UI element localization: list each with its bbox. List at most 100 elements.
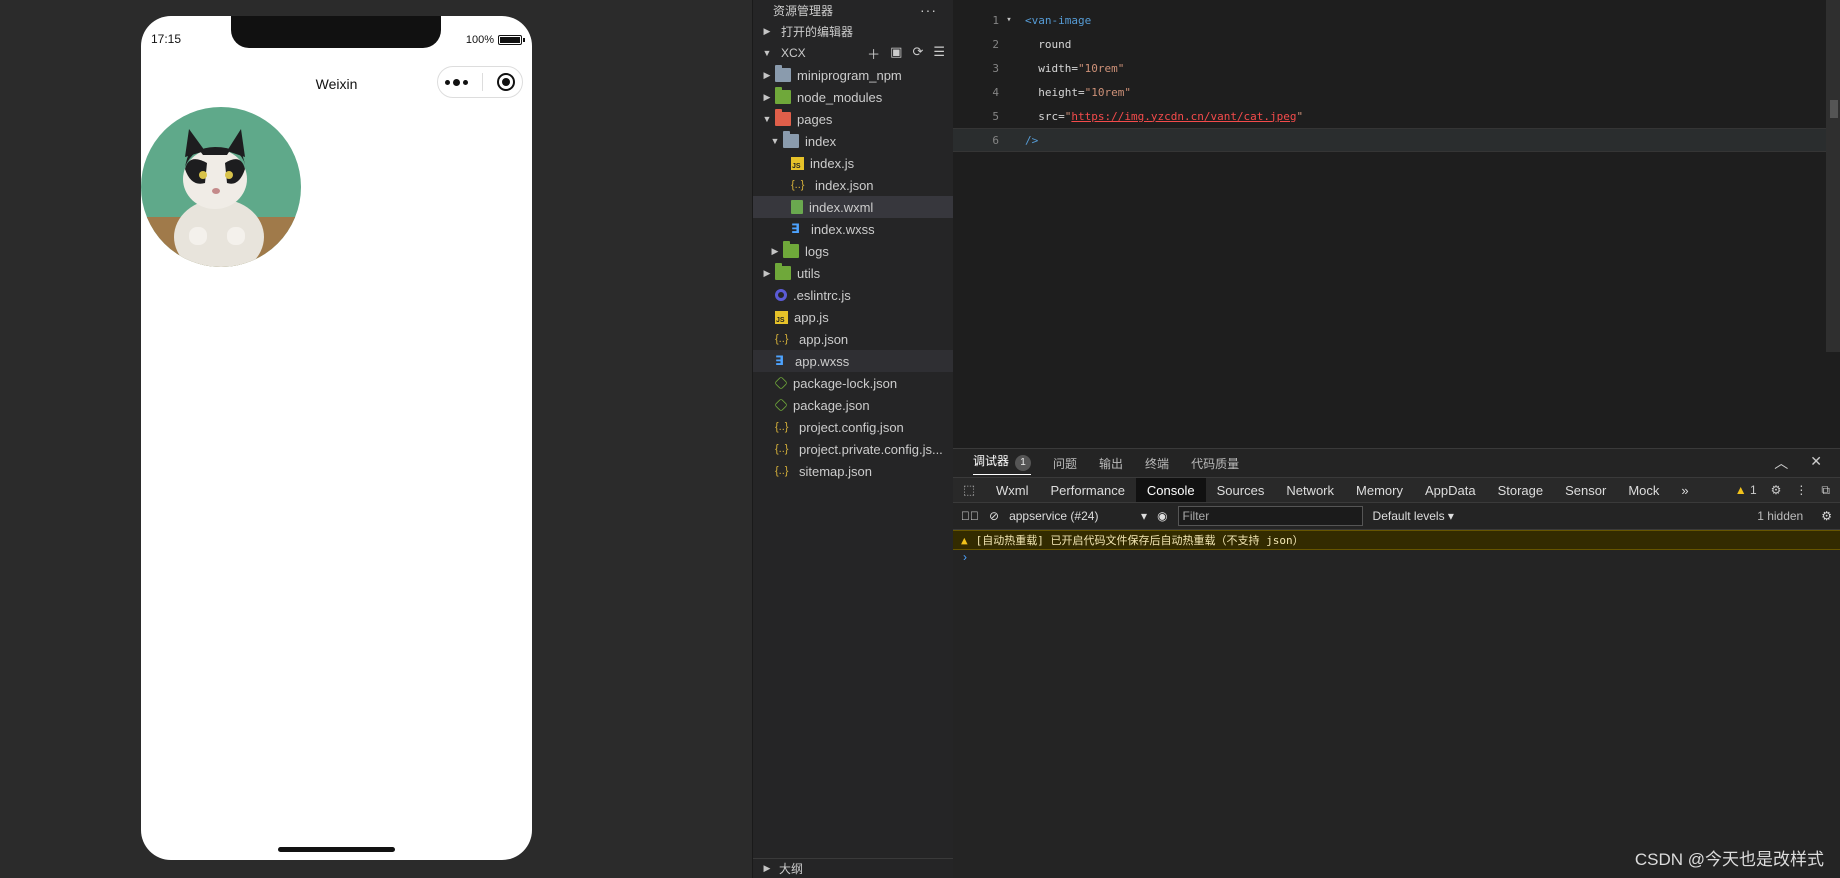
project-root-section[interactable]: ▼ XCX ＋ ▣ ⟳ ☰: [753, 42, 953, 64]
filter-input[interactable]: Filter: [1177, 506, 1363, 526]
tree-item[interactable]: {..} index.json: [753, 174, 953, 196]
tree-item[interactable]: ▶ node_modules: [753, 86, 953, 108]
chevron-right-icon: ▶: [763, 25, 771, 36]
outline-label: 大纲: [779, 862, 804, 876]
tree-item[interactable]: index.wxml: [753, 196, 953, 218]
code-line[interactable]: 1 ▾ <van-image: [953, 8, 1840, 32]
devtools-tab-sensor[interactable]: Sensor: [1554, 478, 1617, 502]
close-target-icon[interactable]: [497, 73, 515, 91]
tree-item[interactable]: ▶ miniprogram_npm: [753, 64, 953, 86]
project-root-label: XCX: [781, 46, 806, 60]
more-tabs-icon[interactable]: »: [1670, 478, 1699, 502]
tree-item[interactable]: {..} project.private.config.js...: [753, 438, 953, 460]
tree-item[interactable]: index.js: [753, 152, 953, 174]
tree-item[interactable]: package.json: [753, 394, 953, 416]
more-dots-icon[interactable]: [445, 78, 468, 86]
mini-program-capsule[interactable]: [437, 66, 523, 98]
tab-code-quality[interactable]: 代码质量: [1191, 455, 1239, 472]
phone-screen[interactable]: 17:15 100% Weixin: [141, 16, 532, 860]
devtools-tab-memory[interactable]: Memory: [1345, 478, 1414, 502]
outline-section[interactable]: ▶ 大纲: [753, 858, 953, 878]
chevron-right-icon: ▶: [763, 91, 771, 102]
code-editor[interactable]: 1 ▾ <van-image 2 round 3 width="10rem" 4 heig…: [953, 0, 1840, 448]
js-file-icon: [775, 310, 788, 324]
warnings-count[interactable]: ▲ 1: [1735, 483, 1757, 497]
more-actions-icon[interactable]: ···: [920, 2, 953, 18]
context-select[interactable]: appservice (#24) ▾: [1009, 509, 1147, 523]
tree-item[interactable]: package-lock.json: [753, 372, 953, 394]
new-folder-icon[interactable]: ▣: [890, 44, 902, 63]
tree-item[interactable]: app.js: [753, 306, 953, 328]
devtools-tab-appdata[interactable]: AppData: [1414, 478, 1487, 502]
devtools-tab-network[interactable]: Network: [1275, 478, 1345, 502]
tree-item-label: index: [805, 133, 837, 149]
code-line[interactable]: 2 round: [953, 32, 1840, 56]
chevron-up-icon[interactable]: ︿: [1774, 453, 1788, 473]
watermark: CSDN @今天也是改样式: [1634, 850, 1824, 869]
tab-problems[interactable]: 问题: [1053, 455, 1077, 472]
tab-output[interactable]: 输出: [1099, 455, 1123, 472]
code-line[interactable]: 4 height="10rem": [953, 80, 1840, 104]
devtools-tab-sources[interactable]: Sources: [1206, 478, 1276, 502]
devtools-tab-mock[interactable]: Mock: [1617, 478, 1670, 502]
tab-debugger[interactable]: 调试器 1: [973, 452, 1032, 475]
tree-item-label: logs: [805, 243, 829, 259]
sidebar-toggle-icon[interactable]: ▸⃞: [961, 509, 979, 523]
gear-icon[interactable]: ⚙: [1771, 483, 1782, 497]
devtools-tab-wxml[interactable]: Wxml: [985, 478, 1040, 502]
close-icon[interactable]: ✕: [1810, 453, 1822, 473]
open-editors-label: 打开的编辑器: [781, 24, 854, 39]
editor-scrollbar[interactable]: [1826, 0, 1840, 352]
console-prompt[interactable]: ›: [953, 550, 1840, 568]
tree-item[interactable]: .eslintrc.js: [753, 284, 953, 306]
explorer-header: 资源管理器 ···: [753, 0, 953, 20]
tree-item-label: app.js: [794, 309, 829, 325]
wxml-file-icon: [791, 200, 803, 214]
tree-item[interactable]: {..} app.json: [753, 328, 953, 350]
tab-terminal[interactable]: 终端: [1145, 455, 1169, 472]
code-line[interactable]: 6 />: [953, 128, 1840, 152]
open-editors-section[interactable]: ▶ 打开的编辑器: [753, 20, 953, 42]
code-lines: 1 ▾ <van-image 2 round 3 width="10rem" 4 heig…: [953, 8, 1840, 152]
refresh-icon[interactable]: ⟳: [912, 44, 923, 63]
code-text: height="10rem": [1038, 85, 1131, 99]
tree-item[interactable]: ▶ logs: [753, 240, 953, 262]
tree-item-label: project.private.config.js...: [799, 441, 943, 457]
json-file-icon: {..}: [775, 443, 789, 455]
levels-select[interactable]: Default levels ▾: [1373, 509, 1454, 523]
clear-console-icon[interactable]: ⊘: [989, 509, 999, 523]
file-tree: ▶ miniprogram_npm ▶ node_modules ▼ pages ▼ inde…: [753, 64, 953, 482]
devtools-tab-storage[interactable]: Storage: [1487, 478, 1555, 502]
tree-item[interactable]: ∃ app.wxss: [753, 350, 953, 372]
folder-red-icon: [775, 109, 791, 126]
new-file-icon[interactable]: ＋: [867, 44, 880, 63]
console-settings-icon[interactable]: ⚙: [1821, 509, 1840, 523]
tree-item[interactable]: ▼ pages: [753, 108, 953, 130]
tree-item[interactable]: {..} sitemap.json: [753, 460, 953, 482]
tree-item[interactable]: {..} project.config.json: [753, 416, 953, 438]
status-time: 17:15: [151, 32, 182, 46]
devtools-tab-console[interactable]: Console: [1135, 478, 1206, 502]
tree-item[interactable]: ∃ index.wxss: [753, 218, 953, 240]
code-text: width="10rem": [1038, 61, 1125, 75]
tree-item[interactable]: ▼ index: [753, 130, 953, 152]
phone-notch: [231, 16, 441, 48]
inspect-icon[interactable]: ⬚: [953, 478, 985, 502]
chevron-right-icon: ▶: [763, 267, 771, 278]
warning-icon: ▲: [1734, 483, 1747, 497]
code-line[interactable]: 5 src="https://img.yzcdn.cn/vant/cat.jpe…: [953, 104, 1840, 128]
tree-item-label: index.wxml: [809, 199, 874, 215]
kebab-menu-icon[interactable]: ⋮: [1795, 483, 1807, 497]
tree-item-label: package-lock.json: [793, 375, 898, 391]
eye-icon[interactable]: ◉: [1157, 509, 1167, 523]
collapse-all-icon[interactable]: ☰: [933, 44, 945, 63]
undock-icon[interactable]: ⧉: [1821, 483, 1830, 498]
devtools-tab-performance[interactable]: Performance: [1040, 478, 1136, 502]
fold-chevron-icon[interactable]: ▾: [1003, 15, 1015, 25]
file-explorer: 资源管理器 ··· ▶ 打开的编辑器 ▼ XCX ＋ ▣ ⟳ ☰ ▶ minipr…: [752, 0, 953, 878]
tree-item[interactable]: ▶ utils: [753, 262, 953, 284]
chevron-down-icon: ▼: [762, 114, 772, 124]
code-line[interactable]: 3 width="10rem": [953, 56, 1840, 80]
console-warning-message: ▲ [自动热重载] 已开启代码文件保存后自动热重载（不支持 json）: [953, 530, 1840, 550]
folder-icon: [775, 65, 791, 82]
